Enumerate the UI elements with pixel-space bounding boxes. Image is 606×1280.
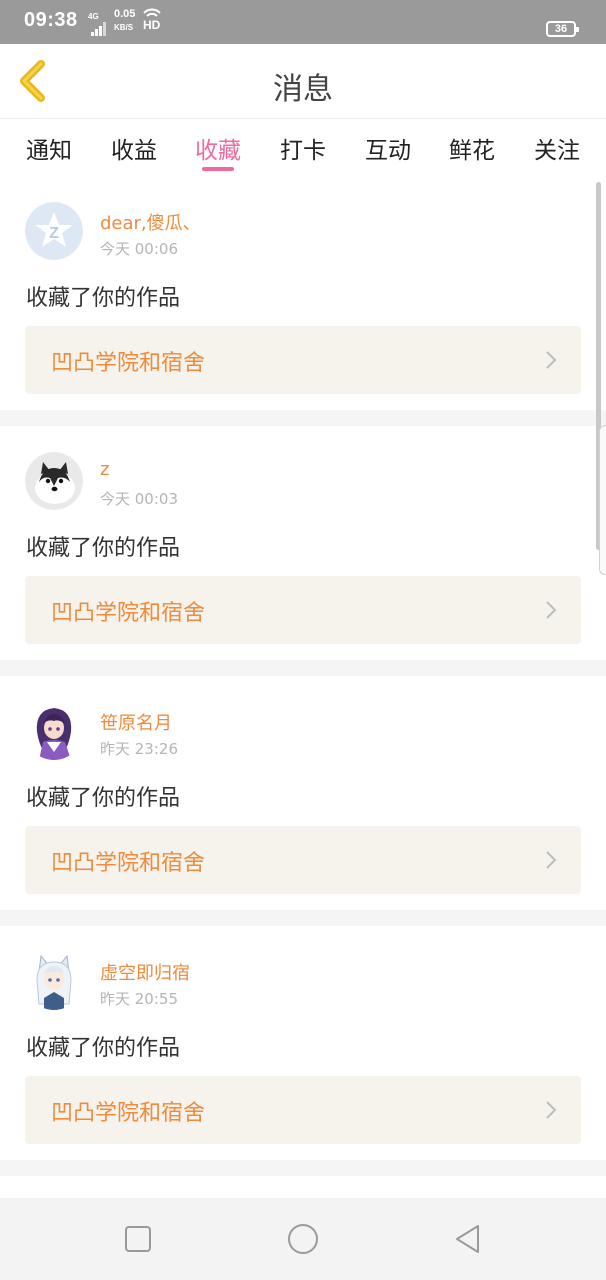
chevron-right-icon <box>546 1101 557 1119</box>
username[interactable]: dear,傻瓜、 <box>100 209 201 235</box>
system-nav-bar <box>0 1198 606 1280</box>
work-link[interactable]: 凹凸学院和宿舍 <box>25 826 581 894</box>
tab-favorites[interactable]: 收藏 <box>188 131 248 165</box>
active-tab-indicator <box>202 167 234 171</box>
message-time: 昨天 20:55 <box>100 990 178 1008</box>
message-action: 收藏了你的作品 <box>26 536 181 561</box>
message-time: 昨天 23:26 <box>100 740 178 758</box>
message-action: 收藏了你的作品 <box>26 786 181 811</box>
tab-flowers[interactable]: 鲜花 <box>442 131 502 165</box>
work-title: 凹凸学院和宿舍 <box>51 1101 206 1126</box>
work-link[interactable]: 凹凸学院和宿舍 <box>25 326 581 394</box>
hd-indicator: HD <box>143 18 161 32</box>
tab-checkin[interactable]: 打卡 <box>273 131 333 165</box>
status-bar: 09:38 4G 0.05 KB/S HD 36 <box>0 0 606 44</box>
battery-level: 36 <box>554 23 568 35</box>
message-list[interactable]: Z dear,傻瓜、 今天 00:06 收藏了你的作品 凹凸学院和宿舍 z 今天… <box>0 176 606 1196</box>
username[interactable]: 虚空即归宿 <box>100 959 190 985</box>
work-title: 凹凸学院和宿舍 <box>51 351 206 376</box>
message-action: 收藏了你的作品 <box>26 286 181 311</box>
message-item[interactable]: Z dear,傻瓜、 今天 00:06 收藏了你的作品 凹凸学院和宿舍 <box>0 176 606 410</box>
divider <box>0 660 606 676</box>
work-title: 凹凸学院和宿舍 <box>51 601 206 626</box>
tab-bar: 通知 收益 收藏 打卡 互动 鲜花 关注 <box>0 118 606 176</box>
username[interactable]: z <box>100 459 109 480</box>
back-triangle-icon[interactable] <box>451 1222 485 1256</box>
network-speed: 0.05 KB/S <box>114 9 135 33</box>
avatar[interactable] <box>25 702 83 760</box>
tab-earnings[interactable]: 收益 <box>104 131 164 165</box>
message-time: 今天 00:06 <box>100 240 178 258</box>
chevron-right-icon <box>546 851 557 869</box>
work-link[interactable]: 凹凸学院和宿舍 <box>25 1076 581 1144</box>
signal-icon <box>91 22 106 36</box>
tab-follow[interactable]: 关注 <box>527 131 587 165</box>
status-time: 09:38 <box>24 9 78 31</box>
chevron-right-icon <box>546 351 557 369</box>
tab-interaction[interactable]: 互动 <box>358 131 418 165</box>
message-item[interactable]: 虚空即归宿 昨天 20:55 收藏了你的作品 凹凸学院和宿舍 <box>0 926 606 1160</box>
battery-icon: 36 <box>546 21 579 37</box>
speed-unit: KB/S <box>114 23 134 32</box>
recent-apps-icon[interactable] <box>121 1222 155 1256</box>
divider <box>0 410 606 426</box>
header: 消息 <box>0 44 606 118</box>
avatar[interactable]: Z <box>25 202 83 260</box>
message-item[interactable]: 笹原名月 昨天 23:26 收藏了你的作品 凹凸学院和宿舍 <box>0 676 606 910</box>
work-title: 凹凸学院和宿舍 <box>51 851 206 876</box>
divider <box>0 910 606 926</box>
divider <box>0 1160 606 1176</box>
work-link[interactable]: 凹凸学院和宿舍 <box>25 576 581 644</box>
chevron-right-icon <box>546 601 557 619</box>
speed-value: 0.05 <box>114 8 136 20</box>
message-item[interactable]: z 今天 00:03 收藏了你的作品 凹凸学院和宿舍 <box>0 426 606 660</box>
username[interactable]: 笹原名月 <box>100 709 172 735</box>
tab-notifications[interactable]: 通知 <box>19 131 79 165</box>
message-action: 收藏了你的作品 <box>26 1036 181 1061</box>
page-title: 消息 <box>273 72 333 107</box>
network-type: 4G <box>88 12 99 21</box>
avatar[interactable] <box>25 952 83 1010</box>
avatar[interactable] <box>25 452 83 510</box>
svg-text:Z: Z <box>49 225 59 242</box>
home-icon[interactable] <box>286 1222 320 1256</box>
message-time: 今天 00:03 <box>100 490 178 508</box>
edge-panel-handle[interactable] <box>599 425 606 575</box>
